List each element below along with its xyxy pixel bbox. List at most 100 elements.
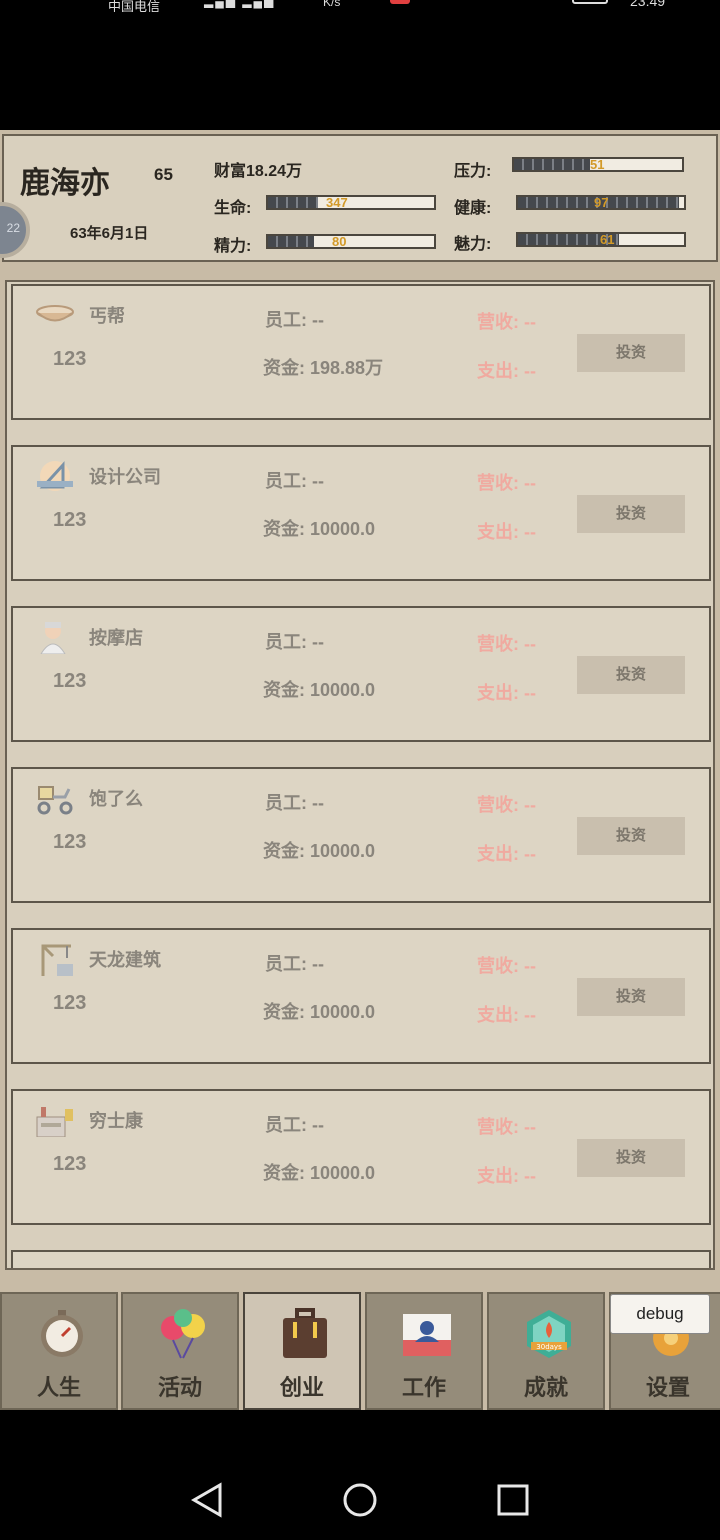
- business-staff: 员工: --: [265, 954, 324, 974]
- balloons-icon: [161, 1309, 205, 1359]
- health-value: 97: [594, 195, 609, 210]
- business-list[interactable]: 丐帮 123 员工: -- 资金: 198.88万 营收: -- 支出: -- …: [5, 280, 715, 1270]
- factory-icon: [36, 1107, 73, 1137]
- business-fund: 资金: 10000.0: [263, 519, 376, 539]
- charm-value: 61: [600, 232, 615, 247]
- wealth-value: 财富18.24万: [214, 163, 303, 180]
- tab-label: 工作: [401, 1375, 446, 1400]
- business-staff: 员工: --: [265, 471, 324, 491]
- business-staff: 员工: --: [265, 632, 324, 652]
- business-title: 按摩店: [89, 628, 143, 648]
- home-icon[interactable]: [342, 1482, 378, 1518]
- briefcase-icon: [283, 1308, 327, 1358]
- business-staff: 员工: --: [265, 1115, 324, 1135]
- business-expense: 支出: --: [477, 522, 536, 542]
- business-revenue: 营收: --: [477, 795, 536, 815]
- energy-bar: 80: [266, 234, 436, 249]
- business-number: 123: [53, 509, 87, 531]
- record-indicator-icon: [390, 0, 410, 4]
- business-title: 饱了么: [89, 789, 143, 809]
- invest-button[interactable]: 投资: [577, 495, 685, 533]
- clock: 23:49: [630, 0, 666, 9]
- business-card: 饱了么 123 员工: -- 资金: 10000.0 营收: -- 支出: --…: [11, 767, 711, 903]
- life-value: 347: [326, 195, 348, 210]
- ruler-triangle-icon: [37, 461, 73, 491]
- achievement-badge-icon: 30days: [527, 1310, 571, 1358]
- game-date: 63年6月1日: [70, 225, 149, 242]
- business-fund: 资金: 10000.0: [263, 841, 376, 861]
- system-nav-bar: [0, 1460, 720, 1540]
- id-badge-icon: [403, 1314, 451, 1356]
- tab-label: 成就: [523, 1375, 568, 1400]
- battery-icon: [572, 0, 608, 4]
- business-number: 123: [53, 992, 87, 1014]
- masseur-icon: [40, 622, 66, 654]
- business-fund: 资金: 10000.0: [263, 1002, 376, 1022]
- energy-bar-fill: [268, 236, 315, 247]
- business-revenue: 营收: --: [477, 634, 536, 654]
- invest-button[interactable]: 投资: [577, 334, 685, 372]
- scooter-icon: [37, 786, 73, 815]
- stat-label-charm: 魅力:: [454, 236, 492, 253]
- stat-label-pressure: 压力:: [454, 163, 492, 180]
- business-expense: 支出: --: [477, 683, 536, 703]
- recents-icon[interactable]: [496, 1482, 530, 1518]
- tab-label: 设置: [645, 1375, 690, 1400]
- player-header: 22 鹿海亦 65 63年6月1日 财富18.24万 压力: 51 生命: 34…: [0, 134, 718, 262]
- network-speed: K/s: [323, 0, 341, 9]
- business-number: 123: [53, 670, 87, 692]
- bottom-nav: 人生 活动 创业 工作 30days 成就 设置 debug: [0, 1290, 720, 1410]
- business-number: 123: [53, 348, 87, 370]
- business-expense: 支出: --: [477, 361, 536, 381]
- avatar-badge: 22: [6, 221, 20, 235]
- pressure-bar: 51: [512, 157, 684, 172]
- business-staff: 员工: --: [265, 793, 324, 813]
- invest-button[interactable]: 投资: [577, 978, 685, 1016]
- charm-bar: 61: [516, 232, 686, 247]
- business-expense: 支出: --: [477, 1166, 536, 1186]
- game-screen: 22 鹿海亦 65 63年6月1日 财富18.24万 压力: 51 生命: 34…: [0, 130, 720, 1410]
- achievement-badge-text: 30days: [536, 1343, 562, 1351]
- crane-icon: [41, 944, 73, 976]
- status-bar: 中国电信 ▂▄▆ ▂▄▆ K/s 23:49: [0, 0, 720, 12]
- business-staff: 员工: --: [265, 310, 324, 330]
- signal-icon: ▂▄▆ ▂▄▆: [204, 0, 276, 8]
- tab-label: 创业: [279, 1375, 324, 1400]
- business-card: 设计公司 123 员工: -- 资金: 10000.0 营收: -- 支出: -…: [11, 445, 711, 581]
- business-title: 穷士康: [89, 1111, 143, 1131]
- business-expense: 支出: --: [477, 844, 536, 864]
- tab-activity[interactable]: 活动: [121, 1292, 239, 1410]
- tab-label: 人生: [36, 1375, 81, 1400]
- tab-life[interactable]: 人生: [0, 1292, 118, 1410]
- life-bar: 347: [266, 195, 436, 210]
- tab-startup[interactable]: 创业: [243, 1292, 361, 1410]
- business-card: 穷士康 123 员工: -- 资金: 10000.0 营收: -- 支出: --…: [11, 1089, 711, 1225]
- debug-button[interactable]: debug: [610, 1294, 710, 1334]
- life-bar-fill: [268, 197, 318, 208]
- stat-label-energy: 精力:: [214, 238, 252, 255]
- tab-work[interactable]: 工作: [365, 1292, 483, 1410]
- business-number: 123: [53, 1153, 87, 1175]
- stat-label-health: 健康:: [454, 200, 492, 217]
- stat-label-life: 生命:: [214, 200, 252, 217]
- stopwatch-icon: [41, 1310, 83, 1357]
- player-age: 65: [154, 165, 173, 184]
- back-icon[interactable]: [190, 1482, 224, 1518]
- tab-achievement[interactable]: 30days 成就: [487, 1292, 605, 1410]
- business-title: 丐帮: [89, 306, 125, 326]
- business-number: 123: [53, 831, 87, 853]
- business-revenue: 营收: --: [477, 473, 536, 493]
- invest-button[interactable]: 投资: [577, 1139, 685, 1177]
- invest-button[interactable]: 投资: [577, 656, 685, 694]
- business-revenue: 营收: --: [477, 1117, 536, 1137]
- business-title: 天龙建筑: [89, 950, 161, 970]
- business-fund: 资金: 10000.0: [263, 680, 376, 700]
- bowl-icon: [36, 305, 74, 322]
- avatar[interactable]: 22: [0, 202, 30, 258]
- invest-button[interactable]: 投资: [577, 817, 685, 855]
- business-revenue: 营收: --: [477, 956, 536, 976]
- health-bar: 97: [516, 195, 686, 210]
- business-expense: 支出: --: [477, 1005, 536, 1025]
- tab-label: 活动: [157, 1375, 202, 1400]
- business-title: 设计公司: [89, 467, 161, 487]
